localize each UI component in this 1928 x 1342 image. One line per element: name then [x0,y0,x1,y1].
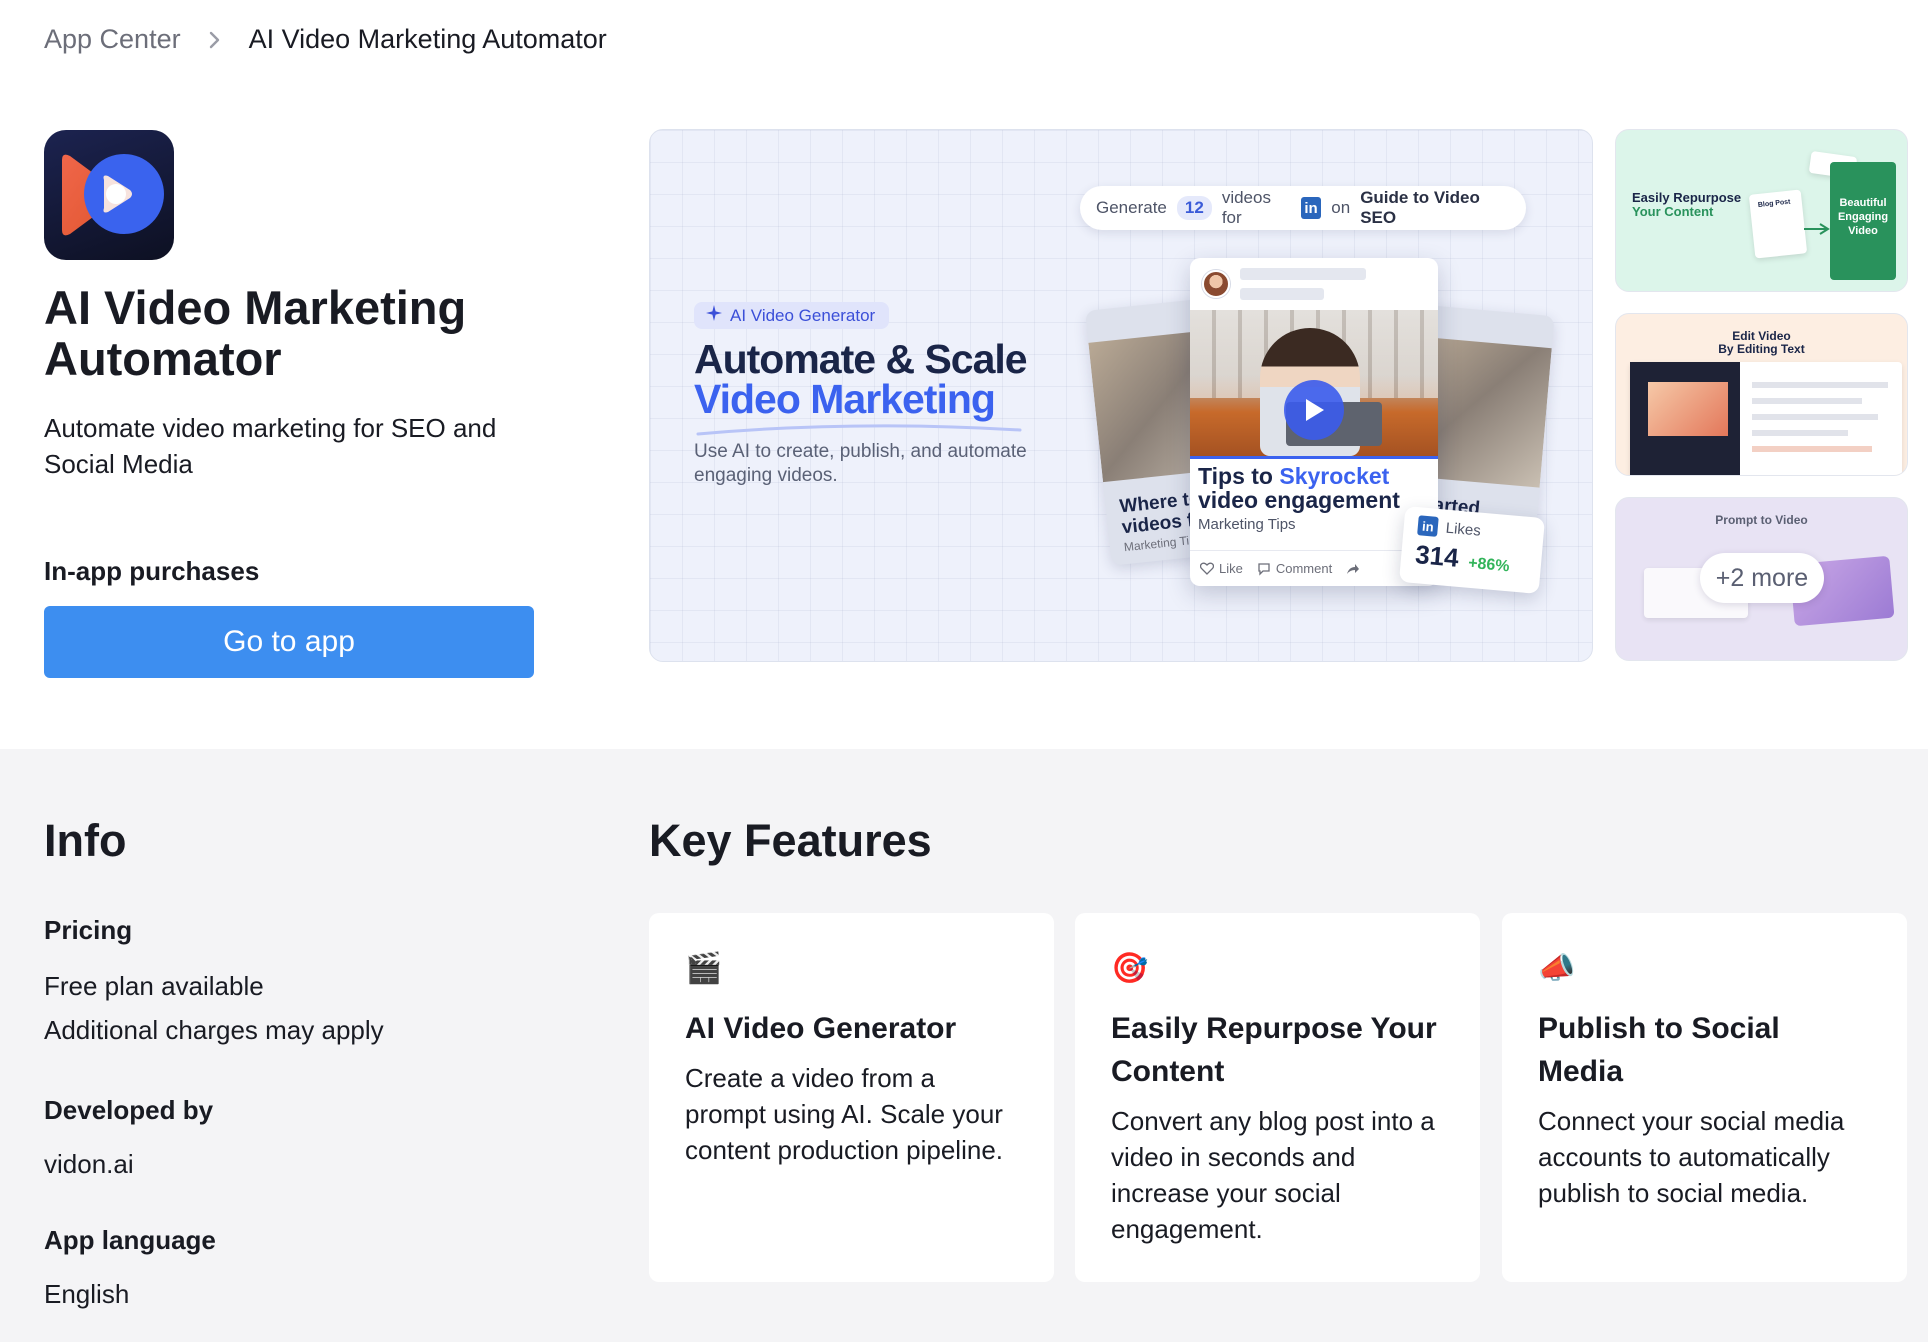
chevron-right-icon [201,26,229,54]
sparkle-icon [706,305,722,326]
screenshot-thumbnail-prompt[interactable]: Prompt to Video +2 more [1615,497,1908,661]
more-screenshots-button[interactable]: +2 more [1700,553,1824,603]
details-section: Info Pricing Free plan available Additio… [0,749,1928,1342]
feature-card-ai-video-generator: 🎬 AI Video Generator Create a video from… [649,913,1054,1282]
thumb-heading-line2: Your Content [1632,204,1714,219]
editor-video-frame [1648,382,1728,436]
info-heading: Info [44,815,127,866]
pricing-value-2: Additional charges may apply [44,1015,384,1045]
generate-topic: Guide to Video SEO [1360,188,1480,227]
key-features-heading: Key Features [649,815,932,866]
avatar [1202,270,1230,298]
pricing-value-1: Free plan available [44,971,264,1001]
app-title: AI Video Marketing Automator [44,281,467,385]
pricing-label: Pricing [44,915,133,945]
editor-preview [1630,362,1902,475]
developer-label: Developed by [44,1095,214,1125]
in-app-purchases-label: In-app purchases [44,556,260,586]
post-video-thumbnail [1190,310,1438,456]
text-line [1752,414,1878,420]
blog-post-label: Blog Post [1757,198,1791,209]
like-action: Like [1200,561,1243,576]
feature-title: AI Video Generator [685,1012,957,1045]
megaphone-icon: 📣 [1538,952,1576,985]
thumb-heading: Prompt to Video [1715,513,1808,527]
thumb-heading-line1: Edit Video [1732,329,1791,343]
feature-title: Publish to Social Media [1538,1012,1780,1088]
developer-value: vidon.ai [44,1149,134,1179]
blog-post-doc: Blog Post [1748,189,1808,259]
share-icon [1346,563,1360,575]
likes-change: +86% [1467,554,1511,576]
linkedin-icon: in [1417,515,1439,537]
clapperboard-icon: 🎬 [685,952,723,985]
feature-card-publish: 📣 Publish to Social Media Connect your s… [1502,913,1907,1282]
generate-suffix: on [1331,198,1351,217]
hero-title-line2: Video Marketing [694,376,996,422]
comment-icon [1258,562,1270,576]
text-line [1752,398,1862,404]
engaging-video-card: Beautiful Engaging Video [1830,162,1896,280]
editor-video-panel [1630,362,1740,475]
language-value: English [44,1279,130,1309]
thumb-heading-line2: By Editing Text [1718,342,1805,356]
linkedin-icon: in [1300,197,1322,219]
placeholder-line [1240,268,1366,280]
thumb-heading-line1: Easily Repurpose [1632,190,1742,205]
hero-underline-decoration [696,424,1022,436]
feature-description: Create a video from a prompt using AI. S… [685,1063,1004,1165]
arrow-right-icon [1804,223,1830,235]
screenshot-thumbnail-repurpose[interactable]: Easily Repurpose Your Content Blog Post … [1615,129,1908,292]
app-description: Automate video marketing for SEO and Soc… [44,413,497,479]
app-logo-icon [44,130,174,260]
feature-card-repurpose: 🎯 Easily Repurpose Your Content Convert … [1075,913,1480,1282]
generate-middle: videos for [1221,188,1271,227]
likes-count: 314 [1414,539,1460,573]
post-title: Tips to Skyrocket video engagement [1198,464,1400,512]
likes-label: Likes [1445,519,1482,540]
placeholder-line [1240,288,1324,300]
likes-stat-card: in Likes 314 +86% [1398,506,1546,594]
like-label: Like [1219,561,1243,576]
post-accent-bar [1190,456,1438,459]
generate-videos-pill: Generate 12 videos for in on Guide to Vi… [1080,186,1526,230]
go-to-app-button[interactable]: Go to app [44,606,534,678]
comment-label: Comment [1275,561,1333,576]
feature-title: Easily Repurpose Your Content [1111,1012,1437,1088]
post-title-highlight: Skyrocket [1279,463,1390,489]
post-subtitle: Marketing Tips [1198,516,1296,533]
text-line [1752,382,1888,388]
generate-prefix: Generate [1096,198,1167,217]
target-icon: 🎯 [1111,952,1149,985]
breadcrumb-app-center-link[interactable]: App Center [44,24,181,55]
feature-description: Convert any blog post into a video in se… [1111,1106,1435,1244]
comment-action: Comment [1257,561,1332,576]
post-title-prefix: Tips to [1198,463,1280,489]
heart-icon [1200,562,1214,575]
hero-chip: AI Video Generator [694,302,890,329]
post-title-line2: video engagement [1198,487,1400,513]
text-line [1752,430,1848,436]
breadcrumb-current: AI Video Marketing Automator [248,24,607,54]
hero-screenshot[interactable]: AI Video Generator Automate & Scale Vide… [649,129,1593,662]
hero-chip-label: AI Video Generator [730,305,876,325]
hero-subtitle: Use AI to create, publish, and automate … [694,441,1027,486]
breadcrumb: App Center AI Video Marketing Automator [44,24,607,55]
linkedin-post-card: Tips to Skyrocket video engagement Marke… [1190,258,1438,586]
text-line [1752,446,1872,452]
feature-description: Connect your social media accounts to au… [1538,1106,1845,1208]
screenshot-thumbnail-edit[interactable]: Edit Video By Editing Text [1615,313,1908,476]
video-count-badge: 12 [1176,196,1212,220]
language-label: App language [44,1225,216,1255]
play-icon [1284,380,1344,440]
